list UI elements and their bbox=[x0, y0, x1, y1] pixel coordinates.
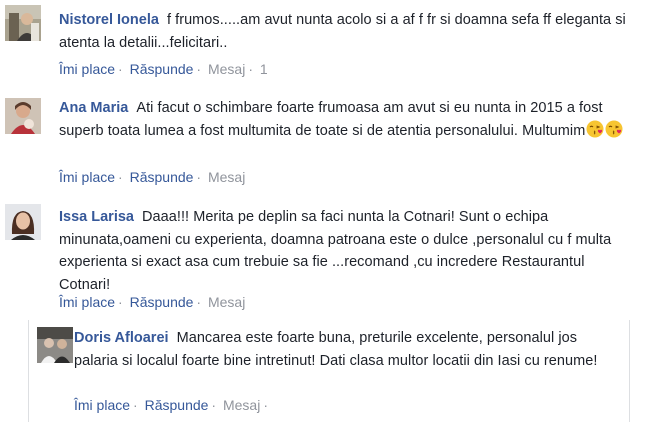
kiss-heart-emoji bbox=[605, 120, 623, 137]
comment-body: Ana Maria Ati facut o schimbare foarte f… bbox=[59, 97, 637, 142]
reply-thread: Doris Afloarei Mancarea este foarte buna… bbox=[28, 320, 630, 422]
comment-3: Issa Larisa Daaa!!! Merita pe deplin sa … bbox=[0, 190, 645, 320]
comment-actions: Îmi place · Răspunde · Mesaj · 1 bbox=[59, 61, 271, 77]
commenter-name[interactable]: Ana Maria bbox=[59, 100, 128, 116]
message-link[interactable]: Mesaj bbox=[208, 294, 245, 310]
separator: · bbox=[118, 169, 123, 185]
message-link[interactable]: Mesaj bbox=[208, 169, 245, 185]
avatar[interactable] bbox=[5, 5, 41, 41]
separator: · bbox=[133, 397, 138, 413]
message-link[interactable]: Mesaj bbox=[223, 397, 260, 413]
avatar-photo bbox=[5, 204, 41, 240]
commenter-name[interactable]: Doris Afloarei bbox=[74, 330, 169, 346]
avatar[interactable] bbox=[37, 327, 73, 363]
comment-actions: Îmi place · Răspunde · Mesaj bbox=[59, 294, 248, 310]
comment-body: Nistorel Ionela f frumos.....am avut nun… bbox=[59, 9, 637, 54]
like-link[interactable]: Îmi place bbox=[59, 61, 115, 77]
avatar-photo bbox=[5, 5, 41, 41]
commenter-name[interactable]: Nistorel Ionela bbox=[59, 12, 159, 28]
comment-actions: Îmi place · Răspunde · Mesaj · bbox=[74, 397, 271, 413]
avatar[interactable] bbox=[5, 204, 41, 240]
separator: · bbox=[118, 294, 123, 310]
comment-1: Nistorel Ionela f frumos.....am avut nun… bbox=[0, 0, 645, 92]
reply-link[interactable]: Răspunde bbox=[130, 61, 194, 77]
comment-text: Ati facut o schimbare foarte frumoasa am… bbox=[59, 100, 603, 139]
timestamp[interactable]: 1 bbox=[260, 61, 268, 77]
avatar-photo bbox=[5, 98, 41, 134]
comment-body: Doris Afloarei Mancarea este foarte buna… bbox=[74, 327, 611, 372]
comment-body: Issa Larisa Daaa!!! Merita pe deplin sa … bbox=[59, 206, 637, 296]
separator: · bbox=[263, 397, 269, 413]
message-link[interactable]: Mesaj bbox=[208, 61, 245, 77]
comment-2: Ana Maria Ati facut o schimbare foarte f… bbox=[0, 92, 645, 190]
reply-link[interactable]: Răspunde bbox=[145, 397, 209, 413]
avatar[interactable] bbox=[5, 98, 41, 134]
comment-actions: Îmi place · Răspunde · Mesaj bbox=[59, 169, 248, 185]
reply-link[interactable]: Răspunde bbox=[130, 169, 194, 185]
avatar-photo bbox=[37, 327, 73, 363]
separator: · bbox=[248, 61, 254, 77]
separator: · bbox=[196, 61, 202, 77]
reply-link[interactable]: Răspunde bbox=[130, 294, 194, 310]
separator: · bbox=[211, 397, 217, 413]
commenter-name[interactable]: Issa Larisa bbox=[59, 209, 134, 225]
separator: · bbox=[196, 169, 202, 185]
like-link[interactable]: Îmi place bbox=[59, 169, 115, 185]
comment-text: Daaa!!! Merita pe deplin sa faci nunta l… bbox=[59, 209, 612, 293]
separator: · bbox=[196, 294, 202, 310]
like-link[interactable]: Îmi place bbox=[59, 294, 115, 310]
kiss-heart-emoji bbox=[586, 120, 604, 137]
separator: · bbox=[118, 61, 123, 77]
like-link[interactable]: Îmi place bbox=[74, 397, 130, 413]
